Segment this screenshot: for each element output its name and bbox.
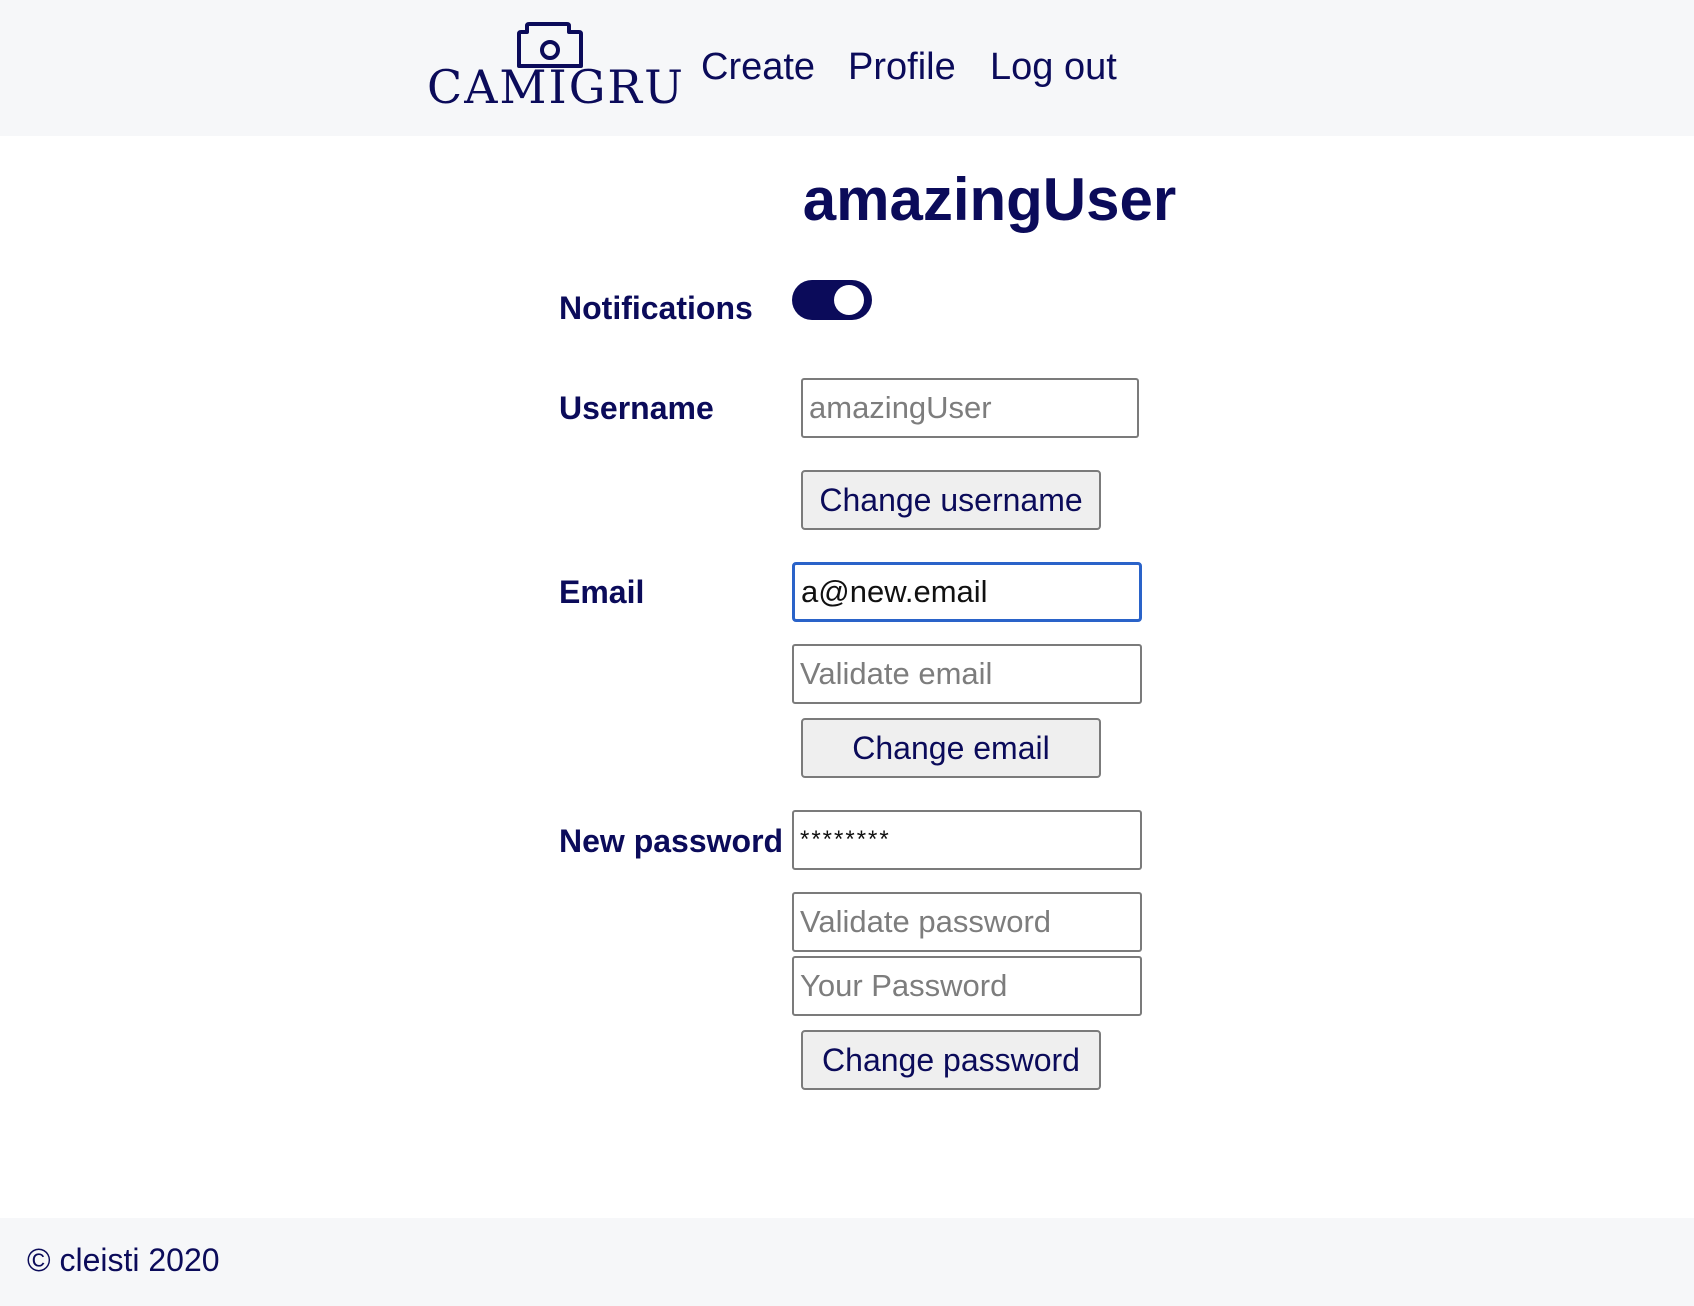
- email-label: Email: [559, 574, 645, 610]
- notifications-toggle[interactable]: [792, 280, 872, 320]
- nav-profile-link[interactable]: Profile: [848, 42, 956, 92]
- notifications-label: Notifications: [559, 290, 753, 326]
- logo-wordmark: CAMIGRU: [427, 60, 685, 114]
- copyright-text: © cleisti 2020: [27, 1242, 220, 1278]
- username-input[interactable]: [801, 378, 1139, 438]
- validate-email-input[interactable]: [792, 644, 1142, 704]
- change-password-button[interactable]: Change password: [801, 1030, 1101, 1090]
- current-password-input[interactable]: [792, 956, 1142, 1016]
- email-input[interactable]: [792, 562, 1142, 622]
- header-bar: CAMIGRU Create Profile Log out: [0, 0, 1694, 136]
- new-password-label: New password: [559, 823, 784, 859]
- nav-logout-link[interactable]: Log out: [990, 42, 1117, 92]
- validate-password-input[interactable]: [792, 892, 1142, 952]
- new-password-input[interactable]: [792, 810, 1142, 870]
- change-email-button[interactable]: Change email: [801, 718, 1101, 778]
- footer: © cleisti 2020: [0, 1218, 1694, 1306]
- page-title: amazingUser: [802, 166, 1177, 233]
- username-label: Username: [559, 390, 714, 426]
- camigru-logo[interactable]: CAMIGRU: [427, 22, 685, 116]
- toggle-knob: [834, 285, 864, 315]
- nav-create-link[interactable]: Create: [701, 42, 815, 92]
- change-username-button[interactable]: Change username: [801, 470, 1101, 530]
